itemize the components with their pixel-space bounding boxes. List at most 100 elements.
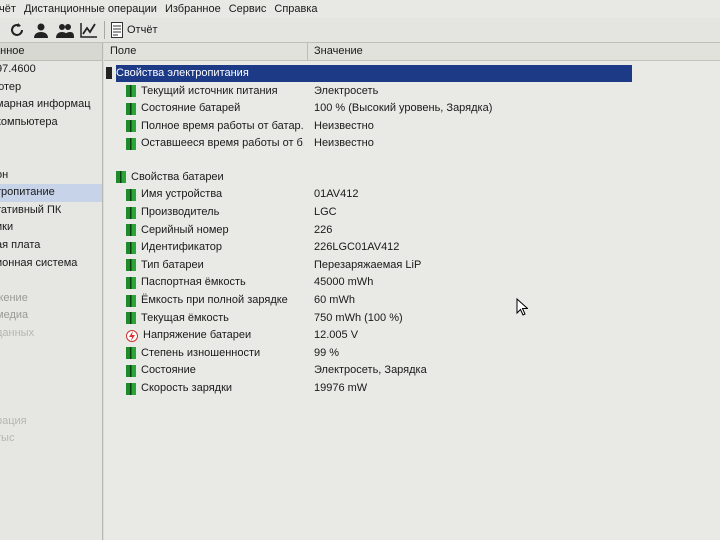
property-value: 45000 mWh (314, 276, 374, 289)
tree-item[interactable] (0, 360, 102, 378)
voltage-icon (126, 329, 138, 342)
property-field-cell: Полное время работы от батар... (126, 118, 304, 135)
group-row[interactable]: Свойства батареи (104, 169, 720, 186)
tree-item[interactable]: он (0, 167, 102, 185)
property-row[interactable]: Ёмкость при полной зарядке 60 mWh (104, 292, 720, 309)
property-row[interactable]: Полное время работы от батар... Неизвестн… (104, 118, 720, 135)
property-field: Идентификатор (141, 241, 222, 254)
property-field: Имя устройства (141, 188, 223, 201)
property-value: 100 % (Высокий уровень, Зарядка) (314, 102, 493, 115)
tree-item[interactable]: тропитание (0, 184, 102, 202)
tree-item[interactable] (0, 343, 102, 361)
toolbar: Отчёт (0, 18, 720, 43)
property-field-cell: Состояние батарей (126, 100, 304, 117)
tree-item[interactable]: ики (0, 219, 102, 237)
users-icon[interactable] (56, 21, 74, 39)
group-title: Свойства электропитания (116, 67, 249, 79)
menu-item-report[interactable]: тчёт (0, 3, 16, 15)
tree-item[interactable]: тыс (0, 430, 102, 448)
tree-item[interactable]: ионная система (0, 255, 102, 273)
battery-icon (126, 85, 136, 98)
property-field: Скорость зарядки (141, 382, 233, 395)
property-row[interactable]: Тип батареи Перезаряжаемая LiP (104, 257, 720, 274)
tree-item[interactable]: медиа (0, 307, 102, 325)
navigation-tree: анное 97.4600ютермарная информацкомпьюте… (0, 43, 103, 540)
mouse-cursor-icon (516, 297, 529, 319)
property-field-cell: Имя устройства (126, 186, 304, 203)
property-value: Неизвестно (314, 137, 374, 150)
property-field-cell: Состояние (126, 362, 304, 379)
tree-item[interactable]: компьютера (0, 114, 102, 132)
property-row[interactable]: Состояние Электросеть, Зарядка (104, 362, 720, 379)
battery-icon (126, 120, 136, 133)
tree-item[interactable]: жение (0, 290, 102, 308)
property-field-cell: Паспортная ёмкость (126, 274, 304, 291)
property-value: 226 (314, 223, 333, 236)
report-button-label: Отчёт (127, 24, 158, 36)
group-title-cell: Свойства электропитания (116, 65, 632, 82)
tree-item[interactable] (0, 149, 102, 167)
property-field: Напряжение батареи (143, 329, 252, 342)
user-icon[interactable] (32, 21, 50, 39)
refresh-icon[interactable] (8, 21, 26, 39)
tree-item[interactable] (0, 272, 102, 290)
property-row[interactable]: Производитель LGC (104, 204, 720, 221)
menu-item-remote[interactable]: Дистанционные операции (24, 3, 157, 15)
column-header-value[interactable]: Значение (314, 45, 363, 57)
property-field: Ёмкость при полной зарядке (141, 294, 288, 307)
group-row[interactable]: Свойства электропитания (104, 65, 720, 82)
property-row[interactable]: Текущая ёмкость 750 mWh (100 %) (104, 310, 720, 327)
property-field: Полное время работы от батар... (141, 119, 304, 132)
property-row[interactable]: Скорость зарядки 19976 mW (104, 380, 720, 397)
property-field: Состояние (141, 364, 196, 377)
property-row[interactable]: Серийный номер 226 (104, 222, 720, 239)
group-title: Свойства батареи (131, 170, 224, 183)
group-title-cell: Свойства батареи (116, 169, 294, 186)
column-divider[interactable] (307, 43, 308, 60)
battery-icon (126, 224, 136, 237)
battery-icon (126, 382, 136, 395)
tree-header[interactable]: анное (0, 43, 102, 61)
battery-icon (126, 312, 136, 325)
property-row[interactable]: Степень изношенности 99 % (104, 345, 720, 362)
battery-icon (126, 276, 136, 289)
menu-item-favorites[interactable]: Избранное (165, 3, 221, 15)
tree-item[interactable]: марная информац (0, 96, 102, 114)
tree-item[interactable]: 97.4600 (0, 61, 102, 79)
property-row[interactable]: Паспортная ёмкость 45000 mWh (104, 274, 720, 291)
battery-icon (126, 294, 136, 307)
report-icon (111, 22, 123, 38)
report-button[interactable]: Отчёт (111, 22, 157, 38)
tree-item[interactable] (0, 378, 102, 396)
property-field: Тип батареи (141, 258, 204, 271)
menu-bar: тчёт Дистанционные операции Избранное Се… (0, 0, 720, 19)
tree-item[interactable]: ютер (0, 79, 102, 97)
battery-icon (126, 347, 136, 360)
chart-icon[interactable] (80, 21, 98, 39)
tree-item[interactable]: данных (0, 325, 102, 343)
menu-item-service[interactable]: Сервис (229, 3, 267, 15)
tree-item[interactable]: тативный ПК (0, 202, 102, 220)
column-header-field[interactable]: Поле (110, 45, 136, 57)
property-row[interactable]: Идентификатор 226LGC01AV412 (104, 239, 720, 256)
details-list: Поле Значение Свойства электропитания Тек… (104, 43, 720, 540)
property-row[interactable]: Напряжение батареи 12.005 V (104, 327, 720, 344)
battery-icon (126, 364, 136, 377)
collapse-icon[interactable] (106, 67, 114, 79)
property-field-cell: Степень изношенности (126, 345, 304, 362)
tree-item[interactable] (0, 395, 102, 413)
property-row[interactable]: Имя устройства 01AV412 (104, 186, 720, 203)
property-field: Состояние батарей (141, 102, 241, 115)
property-field-cell: Ёмкость при полной зарядке (126, 292, 304, 309)
property-value: Перезаряжаемая LiP (314, 258, 422, 271)
menu-item-help[interactable]: Справка (274, 3, 317, 15)
property-row[interactable]: Текущий источник питания Электросеть (104, 83, 720, 100)
property-field: Производитель (141, 206, 220, 219)
tree-item[interactable]: рация (0, 413, 102, 431)
tree-item[interactable]: ая плата (0, 237, 102, 255)
toolbar-separator (104, 21, 105, 39)
battery-icon (126, 259, 136, 272)
property-row[interactable]: Оставшееся время работы от б... Неизвестн… (104, 135, 720, 152)
tree-item[interactable] (0, 131, 102, 149)
property-row[interactable]: Состояние батарей 100 % (Высокий уровень,… (104, 100, 720, 117)
